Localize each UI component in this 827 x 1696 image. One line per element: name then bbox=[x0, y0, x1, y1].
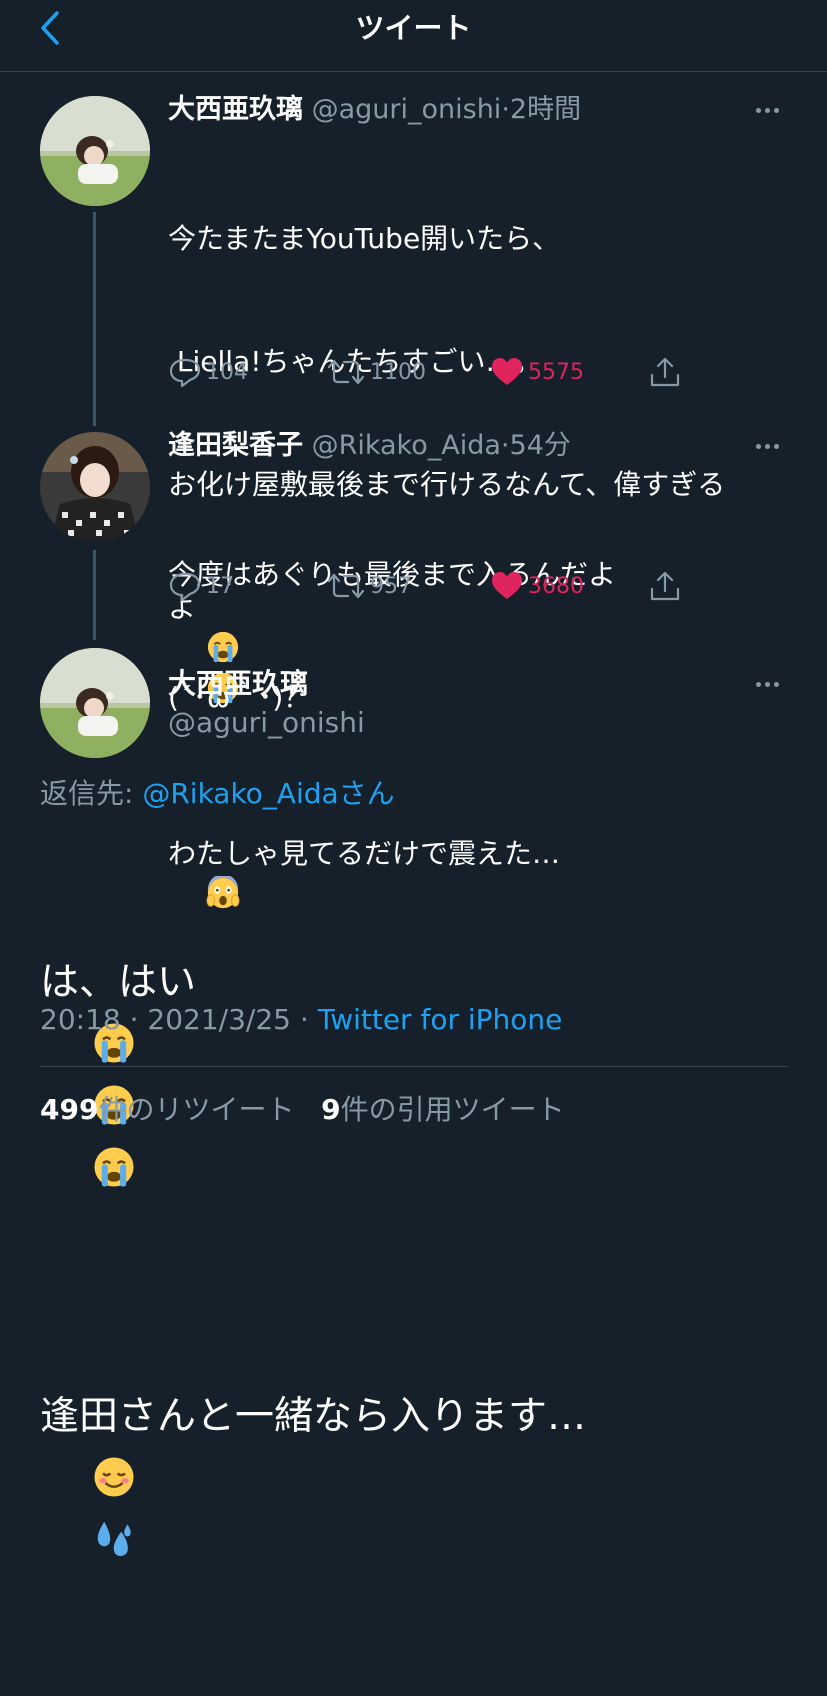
retweet-total: 499 bbox=[40, 1093, 99, 1126]
like-count: 5575 bbox=[528, 359, 584, 385]
tweet-stats: 499件のリツイート 9件の引用ツイート bbox=[40, 1090, 565, 1130]
reply-button[interactable]: 17 bbox=[168, 566, 234, 606]
loudly-crying-face-icon bbox=[94, 1147, 134, 1187]
retweet-count: 1100 bbox=[370, 359, 426, 385]
retweet-button[interactable]: 1100 bbox=[326, 352, 426, 392]
more-button[interactable] bbox=[747, 95, 787, 125]
reply-button[interactable]: 104 bbox=[168, 352, 248, 392]
author-handle[interactable]: @Rikako_Aida bbox=[312, 430, 501, 461]
more-button[interactable] bbox=[747, 431, 787, 461]
author-handle[interactable]: @aguri_onishi bbox=[312, 94, 502, 125]
tweet-header: 大西亜玖璃 @aguri_onishi·2時間 bbox=[168, 92, 581, 128]
divider bbox=[40, 1066, 788, 1067]
tweet-text-fragment: は、はい bbox=[40, 960, 197, 1005]
tweet-header: 逢田梨香子 @Rikako_Aida·54分 bbox=[168, 428, 571, 464]
tweet-actions: 17 957 3680 bbox=[168, 566, 708, 606]
author-handle[interactable]: @aguri_onishi bbox=[168, 703, 365, 743]
quote-total: 9 bbox=[321, 1093, 341, 1126]
quotes-stat[interactable]: 9件の引用ツイート bbox=[321, 1093, 565, 1126]
author-name[interactable]: 逢田梨香子 bbox=[168, 430, 303, 461]
retweet-icon bbox=[327, 359, 365, 385]
reply-icon bbox=[169, 358, 201, 388]
like-button[interactable]: 5575 bbox=[490, 352, 584, 392]
avatar[interactable] bbox=[40, 648, 150, 758]
separator-dot: · bbox=[129, 1003, 139, 1036]
smiling-face-icon bbox=[94, 1457, 134, 1497]
top-bar: ツイート bbox=[0, 0, 827, 72]
heart-icon bbox=[492, 572, 522, 599]
like-button[interactable]: 3680 bbox=[490, 566, 584, 606]
avatar[interactable] bbox=[40, 432, 150, 542]
share-icon bbox=[650, 357, 680, 387]
retweet-icon bbox=[327, 573, 365, 599]
reply-to-link[interactable]: @Rikako_Aida bbox=[142, 777, 338, 810]
separator-dot: · bbox=[500, 430, 510, 461]
more-button[interactable] bbox=[747, 669, 787, 699]
main-tweet-text: は、はい 逢田さんと一緒なら入ります… bbox=[40, 828, 800, 1696]
retweets-stat[interactable]: 499件のリツイート bbox=[40, 1093, 294, 1126]
tweet-text-fragment: 逢田さんと一緒なら入ります… bbox=[40, 1394, 587, 1439]
share-icon bbox=[650, 571, 680, 601]
thread-line bbox=[93, 550, 96, 640]
like-count: 3680 bbox=[528, 573, 584, 599]
thread-line bbox=[93, 212, 96, 426]
reply-icon bbox=[169, 572, 201, 602]
reply-count: 104 bbox=[206, 359, 248, 385]
retweet-label: 件のリツイート bbox=[98, 1093, 295, 1126]
sweat-droplets-icon bbox=[97, 1521, 131, 1557]
tweet-timestamp: 20:18 bbox=[40, 1003, 121, 1036]
retweet-count: 957 bbox=[370, 573, 412, 599]
tweet-time[interactable]: 2時間 bbox=[510, 94, 581, 125]
quote-label: 件の引用ツイート bbox=[340, 1093, 565, 1126]
reply-prefix: 返信先: bbox=[40, 777, 143, 810]
author-name[interactable]: 大西亜玖璃 bbox=[168, 664, 308, 704]
tweet-text-line: 今たまたまYouTube開いたら、 bbox=[168, 222, 561, 255]
more-icon bbox=[755, 681, 761, 687]
author-name[interactable]: 大西亜玖璃 bbox=[168, 94, 303, 125]
retweet-button[interactable]: 957 bbox=[326, 566, 412, 606]
tweet-meta: 20:18 · 2021/3/25 · Twitter for iPhone bbox=[40, 1000, 562, 1040]
tweet-source-link[interactable]: Twitter for iPhone bbox=[318, 1003, 563, 1036]
share-button[interactable] bbox=[648, 566, 686, 606]
heart-icon bbox=[492, 358, 522, 385]
avatar[interactable] bbox=[40, 96, 150, 206]
more-icon bbox=[755, 107, 761, 113]
separator-dot: · bbox=[501, 94, 510, 125]
reply-count: 17 bbox=[206, 573, 234, 599]
reply-context: 返信先: @Rikako_Aidaさん bbox=[40, 774, 395, 814]
page-title: ツイート bbox=[355, 11, 472, 45]
separator-dot: · bbox=[299, 1003, 309, 1036]
tweet-actions: 104 1100 5575 bbox=[168, 352, 708, 392]
more-icon bbox=[755, 443, 761, 449]
tweet-date: 2021/3/25 bbox=[147, 1003, 291, 1036]
reply-suffix: さん bbox=[338, 777, 395, 810]
share-button[interactable] bbox=[648, 352, 686, 392]
tweet-time[interactable]: 54分 bbox=[510, 430, 571, 461]
tweet-text-line-emoji: 逢田さんと一緒なら入ります… bbox=[40, 1386, 800, 1634]
